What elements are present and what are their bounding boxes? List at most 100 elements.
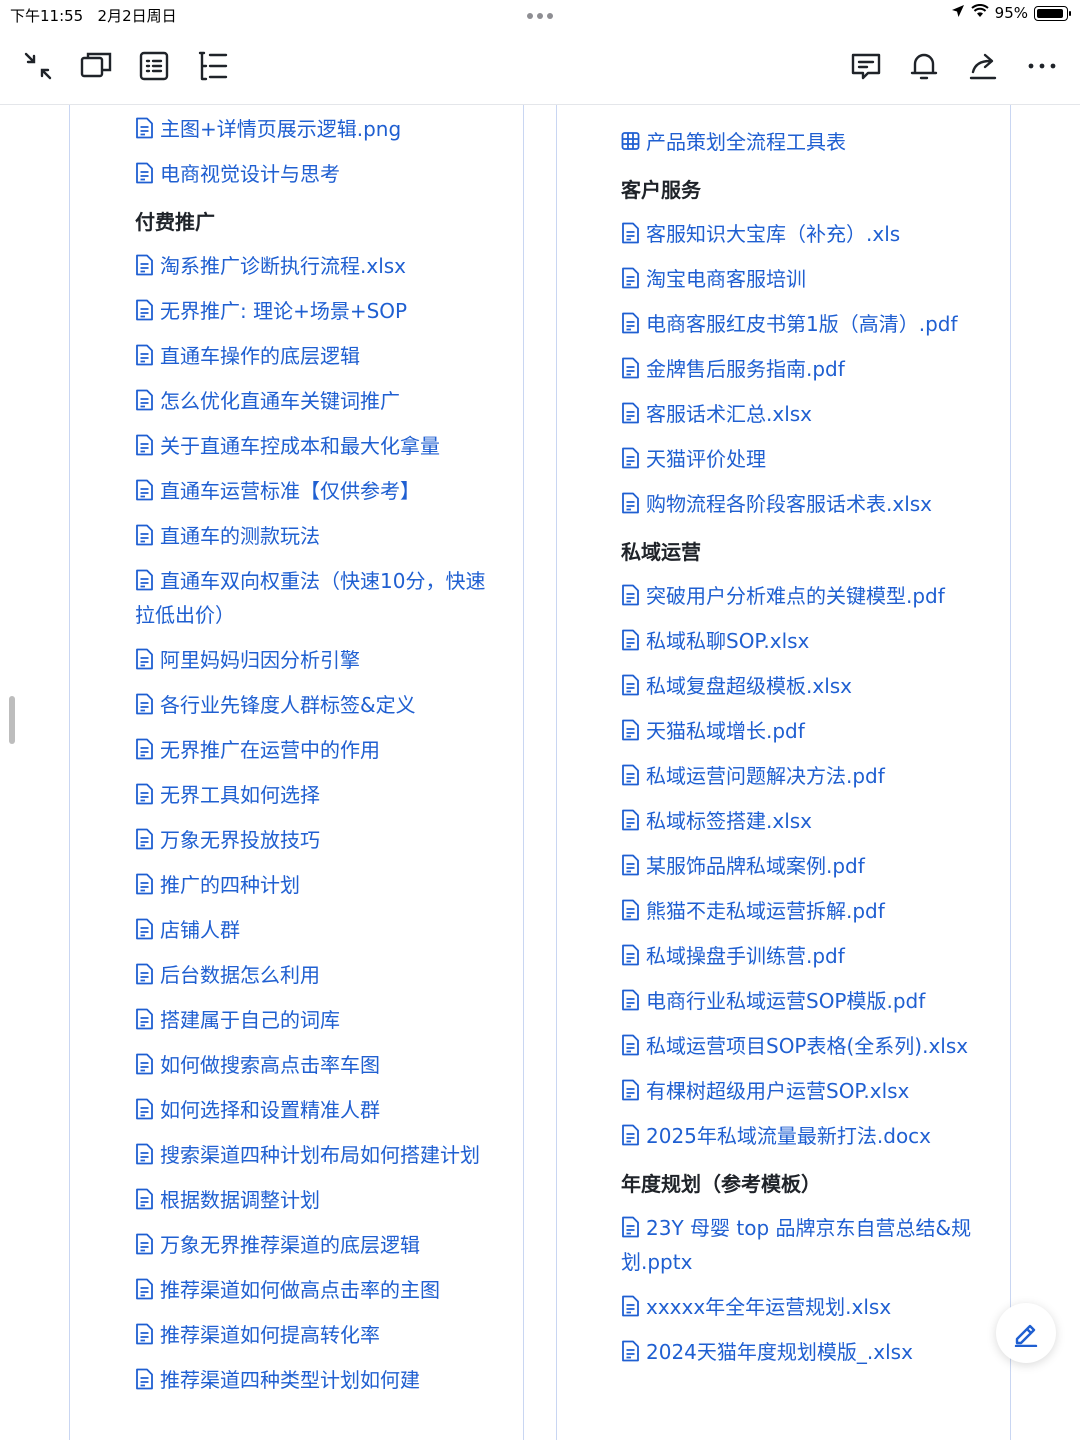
- share-icon[interactable]: [965, 48, 1001, 84]
- doc-icon: [621, 717, 640, 741]
- doc-link[interactable]: 搭建属于自己的词库: [135, 1003, 495, 1037]
- doc-icon: [135, 691, 154, 715]
- multitask-dots-icon[interactable]: [524, 8, 556, 20]
- doc-link-text: 各行业先锋度人群标签&定义: [160, 693, 416, 717]
- more-icon[interactable]: [1024, 48, 1060, 84]
- doc-link[interactable]: 搜索渠道四种计划布局如何搭建计划: [135, 1138, 495, 1172]
- doc-link[interactable]: 客服知识大宝库（补充）.xls: [621, 217, 991, 251]
- doc-link-text: 某服饰品牌私域案例.pdf: [646, 854, 865, 878]
- doc-icon: [621, 1032, 640, 1056]
- pencil-icon: [1014, 1324, 1038, 1347]
- comment-icon[interactable]: [848, 48, 884, 84]
- doc-link[interactable]: 淘系推广诊断执行流程.xlsx: [135, 249, 495, 283]
- doc-link[interactable]: 天猫私域增长.pdf: [621, 714, 991, 748]
- doc-link[interactable]: 直通车运营标准【仅供参考】: [135, 474, 495, 508]
- doc-link[interactable]: 各行业先锋度人群标签&定义: [135, 688, 495, 722]
- doc-link[interactable]: 客服话术汇总.xlsx: [621, 397, 991, 431]
- doc-link[interactable]: 私域操盘手训练营.pdf: [621, 939, 991, 973]
- wifi-icon: [970, 4, 989, 22]
- doc-link[interactable]: 私域标签搭建.xlsx: [621, 804, 991, 838]
- doc-link-text: 万象无界投放技巧: [160, 828, 320, 852]
- doc-link-text: 私域运营问题解决方法.pdf: [646, 764, 885, 788]
- doc-link[interactable]: 根据数据调整计划: [135, 1183, 495, 1217]
- doc-link-text: 有棵树超级用户运营SOP.xlsx: [646, 1079, 910, 1103]
- doc-link-text: 阿里妈妈归因分析引擎: [160, 648, 360, 672]
- doc-link[interactable]: 无界推广: 理论+场景+SOP: [135, 294, 495, 328]
- doc-link[interactable]: 2025年私域流量最新打法.docx: [621, 1119, 991, 1153]
- doc-link[interactable]: 万象无界投放技巧: [135, 823, 495, 857]
- doc-icon: [621, 310, 640, 334]
- doc-link-text: 天猫私域增长.pdf: [646, 719, 805, 743]
- document-content[interactable]: 主图+详情页展示逻辑.png 电商视觉设计与思考 付费推广 淘系推广诊断执行流程.xl…: [0, 105, 1080, 1440]
- doc-link[interactable]: 购物流程各阶段客服话术表.xlsx: [621, 487, 991, 521]
- doc-link-text: 无界推广在运营中的作用: [160, 738, 380, 762]
- doc-icon: [621, 942, 640, 966]
- outline-icon[interactable]: [136, 48, 172, 84]
- doc-link-text: 怎么优化直通车关键词推广: [160, 389, 400, 413]
- doc-icon: [135, 736, 154, 760]
- doc-link[interactable]: 如何选择和设置精准人群: [135, 1093, 495, 1127]
- doc-link-text: 店铺人群: [160, 918, 240, 942]
- doc-link[interactable]: 万象无界推荐渠道的底层逻辑: [135, 1228, 495, 1262]
- doc-link[interactable]: 某服饰品牌私域案例.pdf: [621, 849, 991, 883]
- doc-link[interactable]: 2024天猫年度规划模版_.xlsx: [621, 1335, 991, 1369]
- doc-link-text: 推荐渠道如何提高转化率: [160, 1323, 380, 1347]
- doc-link[interactable]: 直通车双向权重法（快速10分，快速拉低出价）: [135, 564, 495, 632]
- doc-icon: [135, 1321, 154, 1345]
- doc-link[interactable]: xxxxx年全年运营规划.xlsx: [621, 1290, 991, 1324]
- doc-link[interactable]: 电商视觉设计与思考: [135, 157, 495, 191]
- doc-link[interactable]: 后台数据怎么利用: [135, 958, 495, 992]
- doc-link[interactable]: 私域运营问题解决方法.pdf: [621, 759, 991, 793]
- bell-icon[interactable]: [906, 48, 942, 84]
- doc-link[interactable]: 无界工具如何选择: [135, 778, 495, 812]
- doc-link[interactable]: 推广的四种计划: [135, 868, 495, 902]
- doc-link[interactable]: 私域运营项目SOP表格(全系列).xlsx: [621, 1029, 991, 1063]
- doc-link-text: 推荐渠道如何做高点击率的主图: [160, 1278, 440, 1302]
- table-icon: [621, 128, 640, 150]
- doc-link[interactable]: 直通车的测款玩法: [135, 519, 495, 553]
- doc-link[interactable]: 如何做搜索高点击率车图: [135, 1048, 495, 1082]
- doc-icon: [621, 1122, 640, 1146]
- doc-link[interactable]: 产品策划全流程工具表: [621, 125, 991, 159]
- date-text: 2月2日周日: [97, 7, 177, 25]
- doc-link[interactable]: 熊猫不走私域运营拆解.pdf: [621, 894, 991, 928]
- doc-link[interactable]: 金牌售后服务指南.pdf: [621, 352, 991, 386]
- doc-link-text: 客服知识大宝库（补充）.xls: [646, 222, 901, 246]
- doc-link[interactable]: 无界推广在运营中的作用: [135, 733, 495, 767]
- doc-link-text: 私域私聊SOP.xlsx: [646, 629, 810, 653]
- collapse-icon[interactable]: [20, 48, 56, 84]
- doc-link[interactable]: 私域复盘超级模板.xlsx: [621, 669, 991, 703]
- doc-icon: [621, 1214, 640, 1238]
- doc-link[interactable]: 主图+详情页展示逻辑.png: [135, 112, 495, 146]
- scroll-handle[interactable]: [9, 696, 15, 744]
- doc-link[interactable]: 推荐渠道如何提高转化率: [135, 1318, 495, 1352]
- doc-link[interactable]: 直通车操作的底层逻辑: [135, 339, 495, 373]
- doc-link[interactable]: 推荐渠道四种类型计划如何建: [135, 1363, 495, 1397]
- left-column-list: 主图+详情页展示逻辑.png 电商视觉设计与思考 付费推广 淘系推广诊断执行流程.xl…: [135, 112, 495, 1408]
- doc-link[interactable]: 关于直通车控成本和最大化拿量: [135, 429, 495, 463]
- doc-link[interactable]: 23Y 母婴 top 品牌京东自营总结&规划.pptx: [621, 1211, 991, 1279]
- doc-link[interactable]: 阿里妈妈归因分析引擎: [135, 643, 495, 677]
- battery-percent: 95%: [994, 4, 1028, 22]
- doc-link[interactable]: 推荐渠道如何做高点击率的主图: [135, 1273, 495, 1307]
- directory-icon[interactable]: [194, 48, 230, 84]
- doc-link[interactable]: 天猫评价处理: [621, 442, 991, 476]
- edit-button[interactable]: [996, 1303, 1056, 1363]
- doc-link[interactable]: 突破用户分析难点的关键模型.pdf: [621, 579, 991, 613]
- doc-link[interactable]: 店铺人群: [135, 913, 495, 947]
- doc-link-text: 淘宝电商客服培训: [646, 267, 806, 291]
- doc-icon: [135, 522, 154, 546]
- doc-link[interactable]: 淘宝电商客服培训: [621, 262, 991, 296]
- doc-link[interactable]: 电商行业私域运营SOP模版.pdf: [621, 984, 991, 1018]
- doc-link[interactable]: 电商客服红皮书第1版（高清）.pdf: [621, 307, 991, 341]
- doc-icon: [135, 567, 154, 591]
- doc-icon: [135, 781, 154, 805]
- doc-link-text: 主图+详情页展示逻辑.png: [160, 117, 402, 141]
- doc-link-text: xxxxx年全年运营规划.xlsx: [646, 1295, 892, 1319]
- window-icon[interactable]: [78, 48, 114, 84]
- doc-link[interactable]: 有棵树超级用户运营SOP.xlsx: [621, 1074, 991, 1108]
- doc-link-text: 电商行业私域运营SOP模版.pdf: [646, 989, 926, 1013]
- doc-link[interactable]: 私域私聊SOP.xlsx: [621, 624, 991, 658]
- doc-link-text: 电商客服红皮书第1版（高清）.pdf: [646, 312, 958, 336]
- doc-link[interactable]: 怎么优化直通车关键词推广: [135, 384, 495, 418]
